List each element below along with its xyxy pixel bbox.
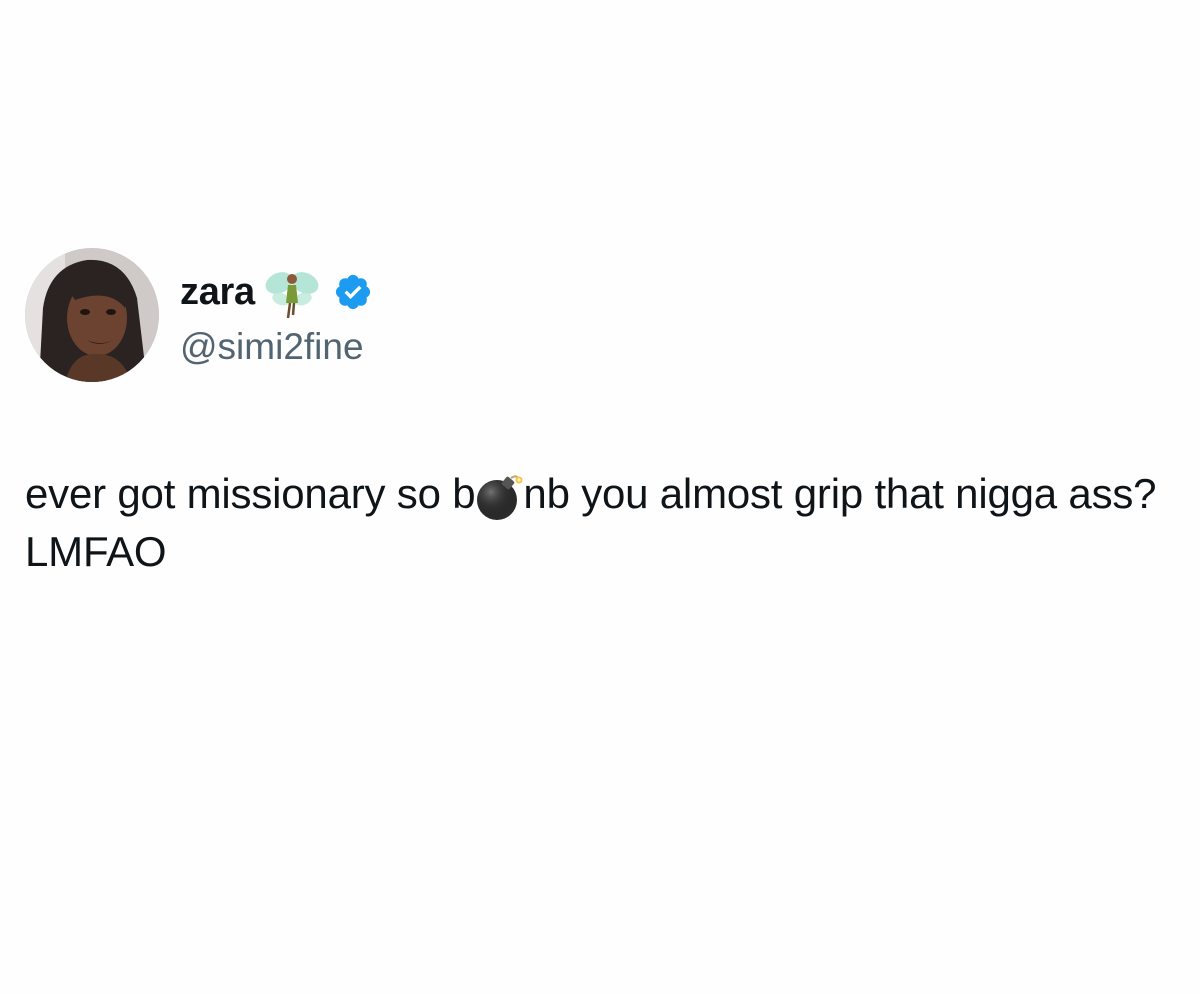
tweet-header: zara @simi2fine xyxy=(25,248,373,382)
tweet-card: zara @simi2fine ever got missionary so b… xyxy=(0,0,1200,994)
avatar-photo xyxy=(25,248,159,382)
tweet-text-before-emoji: ever got missionary so b xyxy=(25,470,476,517)
author-handle[interactable]: @simi2fine xyxy=(180,328,373,365)
tweet-text: ever got missionary so b nb you almost g… xyxy=(25,465,1175,581)
display-name[interactable]: zara xyxy=(180,273,255,311)
display-name-row: zara xyxy=(180,266,373,318)
bomb-icon xyxy=(473,470,525,522)
verified-badge-icon[interactable] xyxy=(333,272,373,312)
author-names: zara @simi2fine xyxy=(180,266,373,365)
avatar[interactable] xyxy=(25,248,159,382)
fairy-icon xyxy=(263,263,321,321)
